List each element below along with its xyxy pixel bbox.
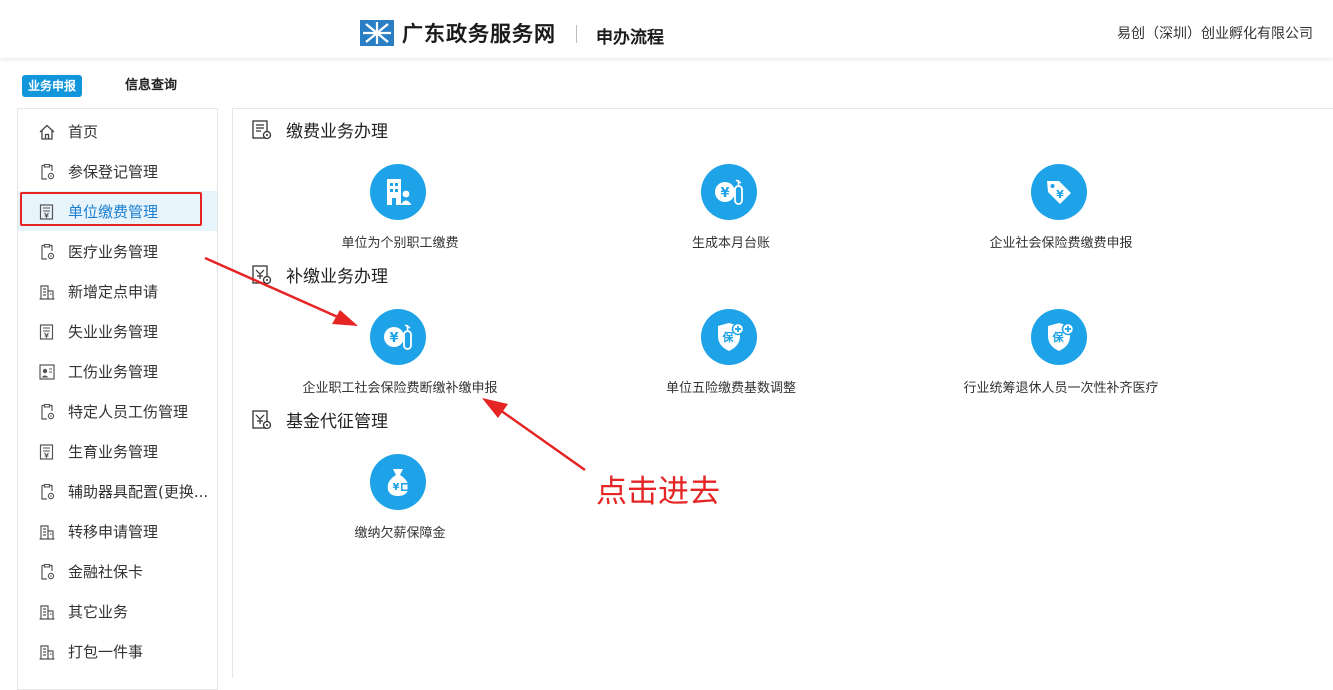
section-title: 补缴业务办理: [286, 267, 388, 287]
sidebar-item-label: 辅助器具配置(更换...: [68, 483, 209, 501]
company-name[interactable]: 易创（深圳）创业孵化有限公司: [1117, 23, 1313, 43]
tile-retiree-medical[interactable]: 行业统筹退休人员一次性补齐医疗: [931, 309, 1191, 399]
sidebar-item-financial-card[interactable]: 金融社保卡: [18, 551, 217, 591]
sidebar-item-specific-injury[interactable]: 特定人员工伤管理: [18, 391, 217, 431]
sidebar-item-label: 特定人员工伤管理: [68, 403, 189, 421]
sidebar-item-label: 其它业务: [68, 603, 129, 621]
clipboard-gear-icon: [38, 563, 56, 581]
tile-label: 生成本月台账: [691, 236, 770, 251]
sidebar-item-assistive-devices[interactable]: 辅助器具配置(更换...: [18, 471, 217, 511]
insurance-shield-icon: [1043, 321, 1075, 353]
tab-divider: [232, 108, 1333, 109]
yuan-document-icon: [38, 443, 56, 461]
sidebar-item-medical[interactable]: 医疗业务管理: [18, 231, 217, 271]
building-person-icon: [382, 176, 414, 208]
sidebar-item-home[interactable]: 首页: [18, 111, 217, 151]
header-divider: [576, 25, 577, 43]
sidebar-item-package[interactable]: 打包一件事: [18, 631, 217, 671]
yuan-bottle-icon: [382, 321, 414, 353]
tab-info-query[interactable]: 信息查询: [125, 75, 177, 97]
tile-icon-circle: [1031, 309, 1087, 365]
section-yuan-document-icon: [250, 408, 272, 430]
sidebar-item-label: 首页: [68, 123, 99, 141]
money-bag-icon: [382, 466, 414, 498]
tile-label: 缴纳欠薪保障金: [354, 526, 446, 541]
sidebar-item-transfer[interactable]: 转移申请管理: [18, 511, 217, 551]
section-yuan-document-icon: [250, 263, 272, 285]
tile-label: 行业统筹退休人员一次性补齐医疗: [963, 381, 1159, 396]
tile-base-adjustment[interactable]: 单位五险缴费基数调整: [601, 309, 861, 399]
tile-label: 单位为个别职工缴费: [341, 236, 459, 251]
building-icon: [38, 283, 56, 301]
clipboard-gear-icon: [38, 243, 56, 261]
person-card-icon: [38, 363, 56, 381]
sidebar-item-work-injury[interactable]: 工伤业务管理: [18, 351, 217, 391]
sidebar-item-new-designated[interactable]: 新增定点申请: [18, 271, 217, 311]
top-header: 广东政务服务网 申办流程 易创（深圳）创业孵化有限公司: [0, 0, 1333, 58]
tile-icon-circle: [701, 309, 757, 365]
clipboard-gear-icon: [38, 403, 56, 421]
annotation-highlight-box: [20, 192, 202, 226]
tile-monthly-ledger[interactable]: 生成本月台账: [601, 164, 861, 254]
building-icon: [38, 523, 56, 541]
tile-label: 企业社会保险费缴费申报: [989, 236, 1133, 251]
arrow-to-label-head: [482, 398, 508, 418]
insurance-shield-icon: [713, 321, 745, 353]
sidebar-item-label: 失业业务管理: [68, 323, 159, 341]
annotation-click-text: 点击进去: [596, 474, 720, 510]
tile-label: 单位五险缴费基数调整: [665, 381, 796, 396]
tile-icon-circle: [370, 454, 426, 510]
sidebar-item-label: 转移申请管理: [68, 523, 159, 541]
yuan-document-icon: [38, 323, 56, 341]
sidebar-item-label: 金融社保卡: [68, 563, 144, 581]
sidebar-item-label: 打包一件事: [68, 643, 144, 661]
sidebar-item-label: 生育业务管理: [68, 443, 159, 461]
sidebar-item-label: 参保登记管理: [68, 163, 159, 181]
section-document-icon: [250, 118, 272, 140]
yuan-bottle-icon: [713, 176, 745, 208]
sidebar-item-unemployment[interactable]: 失业业务管理: [18, 311, 217, 351]
tile-label: 企业职工社会保险费断缴补缴申报: [302, 381, 498, 396]
tile-insurance-declaration[interactable]: 企业社会保险费缴费申报: [931, 164, 1191, 254]
sidebar-item-label: 医疗业务管理: [68, 243, 159, 261]
tab-business-declaration[interactable]: 业务申报: [22, 75, 83, 97]
section-title: 缴费业务办理: [286, 122, 388, 142]
clipboard-gear-icon: [38, 163, 56, 181]
tile-icon-circle: [370, 309, 426, 365]
page-subtitle: 申办流程: [596, 28, 664, 48]
sidebar-item-other[interactable]: 其它业务: [18, 591, 217, 631]
site-title[interactable]: 广东政务服务网: [402, 18, 556, 48]
tile-icon-circle: [1031, 164, 1087, 220]
tile-individual-payment[interactable]: 单位为个别职工缴费: [270, 164, 530, 254]
sidebar-item-insurance-registration[interactable]: 参保登记管理: [18, 151, 217, 191]
sidebar-item-maternity[interactable]: 生育业务管理: [18, 431, 217, 471]
home-icon: [38, 123, 56, 141]
building-icon: [38, 643, 56, 661]
tile-icon-circle: [701, 164, 757, 220]
site-logo-icon: [360, 20, 394, 46]
sidebar-item-label: 新增定点申请: [68, 283, 159, 301]
price-tag-icon: [1043, 176, 1075, 208]
tile-supplementary-declaration[interactable]: 企业职工社会保险费断缴补缴申报: [270, 309, 530, 399]
clipboard-gear-icon: [38, 483, 56, 501]
building-icon: [38, 603, 56, 621]
tile-icon-circle: [370, 164, 426, 220]
sidebar-item-label: 工伤业务管理: [68, 363, 159, 381]
tile-wage-guarantee[interactable]: 缴纳欠薪保障金: [270, 454, 530, 544]
section-title: 基金代征管理: [286, 412, 388, 432]
